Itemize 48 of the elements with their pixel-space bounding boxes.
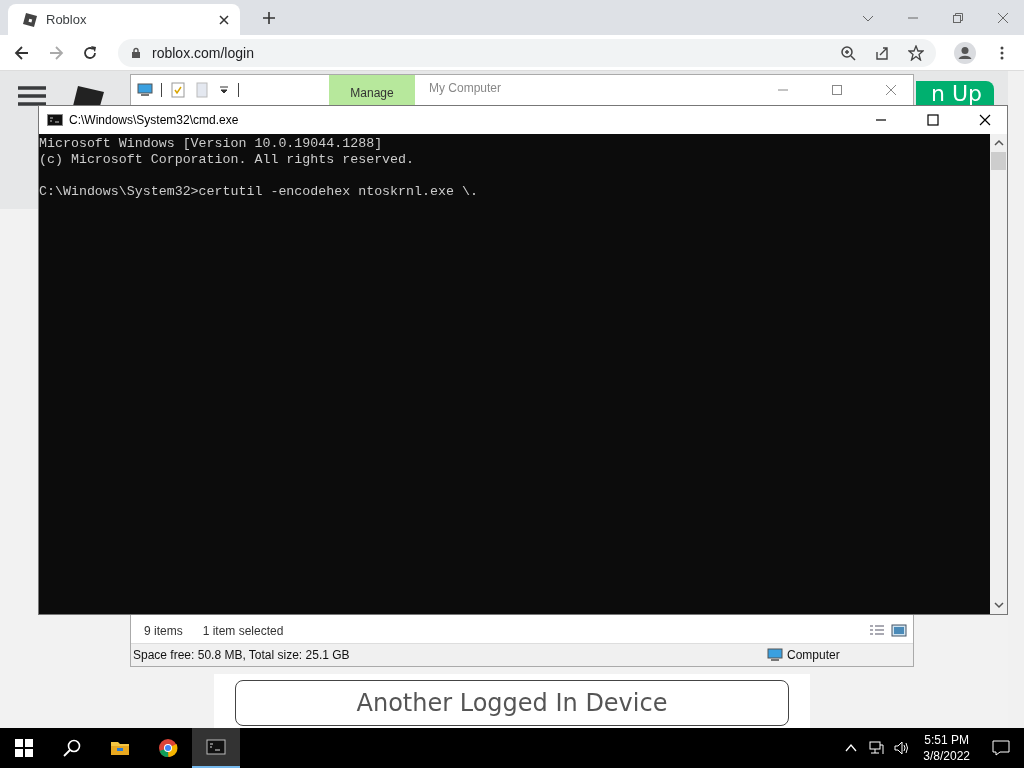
star-icon[interactable] bbox=[908, 44, 924, 61]
manage-tab[interactable]: Manage bbox=[329, 75, 415, 105]
start-icon bbox=[14, 738, 34, 758]
address-bar[interactable]: roblox.com/login bbox=[118, 38, 936, 67]
maximize-icon[interactable] bbox=[927, 114, 939, 126]
item-count: 9 items bbox=[144, 624, 183, 638]
restore-icon[interactable] bbox=[952, 11, 964, 24]
reload-icon[interactable] bbox=[82, 44, 98, 61]
time-text: 5:51 PM bbox=[924, 732, 969, 748]
location-text: Computer bbox=[787, 648, 840, 662]
scrollbar[interactable] bbox=[990, 134, 1007, 614]
console-icon bbox=[47, 112, 63, 128]
roblox-logo-icon bbox=[22, 11, 38, 28]
browser-tab[interactable]: Roblox bbox=[8, 4, 240, 35]
taskbar-button[interactable] bbox=[192, 728, 240, 768]
scroll-up-icon[interactable] bbox=[993, 138, 1004, 148]
close-icon[interactable] bbox=[218, 13, 230, 26]
share-icon[interactable] bbox=[874, 44, 890, 61]
close-icon[interactable] bbox=[979, 114, 991, 126]
date-text: 3/8/2022 bbox=[923, 748, 970, 764]
scroll-thumb[interactable] bbox=[991, 152, 1006, 170]
network-icon[interactable] bbox=[868, 740, 885, 756]
clock[interactable]: 5:51 PM 3/8/2022 bbox=[915, 732, 978, 764]
back-icon[interactable] bbox=[14, 44, 30, 61]
zoom-icon[interactable] bbox=[840, 44, 856, 61]
tab-title: Roblox bbox=[46, 12, 88, 27]
window-title: C:\Windows\System32\cmd.exe bbox=[69, 113, 239, 127]
browser-icon bbox=[158, 738, 178, 758]
search-icon bbox=[62, 738, 82, 758]
lock-icon bbox=[130, 46, 142, 59]
scroll-down-icon[interactable] bbox=[993, 600, 1004, 610]
volume-icon[interactable] bbox=[894, 740, 911, 756]
console-icon bbox=[206, 737, 226, 757]
profile-icon[interactable] bbox=[954, 41, 976, 64]
console-line: (c) Microsoft Corporation. All rights reserved. bbox=[39, 152, 416, 168]
caret-icon[interactable] bbox=[218, 84, 230, 96]
selection-count: 1 item selected bbox=[202, 624, 284, 638]
device-login-button[interactable]: Another Logged In Device bbox=[235, 680, 789, 726]
console-line: Microsoft Windows [Version 10.0.19044.1288] bbox=[39, 136, 384, 152]
menu-icon[interactable] bbox=[18, 85, 46, 107]
console-line: C:\Windows\System32>certutil -encodehex ntoskrnl.exe \. bbox=[39, 184, 479, 200]
computer-icon bbox=[137, 82, 153, 98]
disk-space-text: Space free: 50.8 MB, Total size: 25.1 GB bbox=[132, 648, 351, 662]
computer-icon bbox=[767, 647, 783, 663]
window-title: My Computer bbox=[429, 81, 502, 95]
notification-icon[interactable] bbox=[992, 739, 1010, 757]
new-tab-icon[interactable] bbox=[262, 10, 276, 25]
large-icons-view-icon[interactable] bbox=[891, 623, 907, 639]
